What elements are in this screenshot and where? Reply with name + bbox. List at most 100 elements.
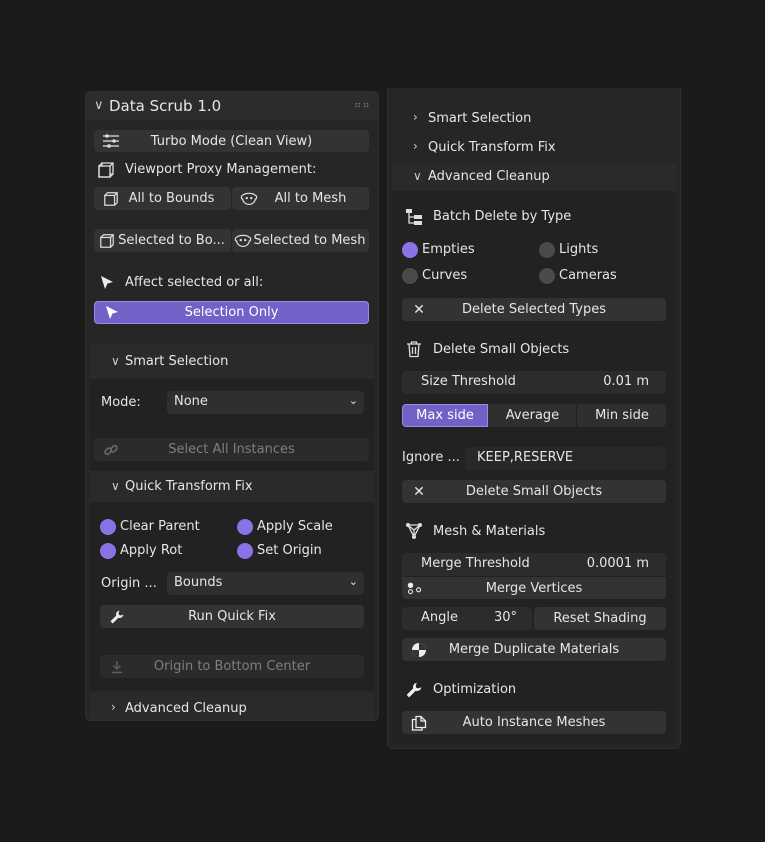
measure-mode-segmented: Max side Average Min side	[402, 404, 666, 427]
optimization-header: Optimization	[433, 682, 517, 697]
selected-to-bounds-button[interactable]: Selected to Bo...	[94, 229, 231, 252]
mode-dropdown[interactable]: None ⌄	[167, 391, 364, 414]
mesh-materials-header: Mesh & Materials	[433, 524, 546, 539]
wrench-icon	[405, 681, 423, 699]
min-side-option[interactable]: Min side	[578, 404, 666, 427]
affect-label: Affect selected or all:	[125, 275, 264, 290]
delete-small-objects-button[interactable]: ✕ Delete Small Objects	[402, 480, 666, 503]
turbo-mode-button[interactable]: Turbo Mode (Clean View)	[94, 130, 369, 152]
advanced-cleanup-label: Advanced Cleanup	[125, 701, 247, 716]
empties-toggle[interactable]	[402, 242, 418, 258]
cube-icon	[102, 190, 120, 208]
chevron-right-icon: ›	[413, 139, 418, 153]
max-side-label: Max side	[416, 408, 474, 423]
advanced-cleanup-label: Advanced Cleanup	[428, 169, 550, 184]
run-quick-fix-label: Run Quick Fix	[188, 609, 276, 624]
all-to-bounds-button[interactable]: All to Bounds	[94, 187, 231, 210]
average-label: Average	[505, 408, 560, 423]
delete-selected-types-label: Delete Selected Types	[462, 302, 606, 317]
merge-duplicate-materials-label: Merge Duplicate Materials	[448, 642, 620, 657]
size-threshold-field[interactable]: Size Threshold 0.01 m	[402, 371, 666, 394]
curves-label: Curves	[422, 268, 468, 283]
merge-duplicate-materials-button[interactable]: Merge Duplicate Materials	[402, 638, 666, 661]
close-icon: ✕	[413, 301, 425, 318]
apply-scale-toggle[interactable]	[237, 519, 253, 535]
duplicate-icon	[410, 714, 428, 732]
angle-field[interactable]: Angle 30°	[402, 607, 532, 630]
quick-transform-fix-label: Quick Transform Fix	[125, 479, 253, 494]
empties-label: Empties	[422, 242, 475, 257]
chevron-down-icon: ⌄	[348, 394, 358, 407]
angle-value: 30°	[494, 610, 518, 625]
cameras-toggle[interactable]	[539, 268, 555, 284]
chevron-down-icon: ⌄	[348, 575, 358, 588]
origin-value: Bounds	[174, 575, 223, 590]
delete-selected-types-button[interactable]: ✕ Delete Selected Types	[402, 298, 666, 321]
mode-value: None	[174, 394, 208, 409]
lights-toggle[interactable]	[539, 242, 555, 258]
delete-small-objects-label: Delete Small Objects	[465, 484, 603, 499]
select-all-instances-button[interactable]: Select All Instances	[94, 438, 369, 461]
chevron-down-icon: ∨	[111, 354, 120, 368]
delete-small-header: Delete Small Objects	[433, 342, 570, 357]
material-sphere-icon	[410, 641, 428, 659]
outliner-tree-icon	[405, 208, 423, 226]
ignore-label: Ignore ...	[402, 450, 460, 465]
close-icon: ✕	[413, 483, 425, 500]
set-origin-toggle[interactable]	[237, 543, 253, 559]
trash-icon	[406, 340, 422, 358]
vertex-mesh-icon	[405, 522, 423, 540]
origin-bottom-center-button[interactable]: Origin to Bottom Center	[100, 655, 364, 678]
arrow-down-to-line-icon	[108, 658, 126, 676]
batch-delete-label: Batch Delete by Type	[433, 209, 572, 224]
size-threshold-value: 0.01 m	[603, 374, 649, 389]
chevron-down-icon: ∨	[94, 98, 104, 113]
quick-transform-fix-collapsed-label[interactable]: Quick Transform Fix	[428, 140, 556, 155]
sliders-icon	[102, 132, 120, 150]
panel-title: Data Scrub 1.0	[109, 97, 222, 115]
link-icon	[102, 441, 120, 459]
all-to-mesh-label: All to Mesh	[274, 191, 347, 206]
clear-parent-toggle[interactable]	[100, 519, 116, 535]
select-all-instances-label: Select All Instances	[168, 442, 295, 457]
origin-dropdown[interactable]: Bounds ⌄	[167, 572, 364, 595]
average-option[interactable]: Average	[489, 404, 577, 427]
cube-icon	[97, 161, 115, 179]
reset-shading-button[interactable]: Reset Shading	[534, 607, 666, 630]
origin-bottom-center-label: Origin to Bottom Center	[153, 659, 311, 674]
size-threshold-label: Size Threshold	[421, 374, 516, 389]
drag-handle-icon[interactable]: ⠶⠶	[354, 100, 371, 111]
apply-rot-toggle[interactable]	[100, 543, 116, 559]
ignore-input[interactable]: KEEP,RESERVE	[465, 447, 666, 470]
merge-threshold-field[interactable]: Merge Threshold 0.0001 m	[402, 553, 666, 576]
mode-label: Mode:	[101, 395, 141, 410]
run-quick-fix-button[interactable]: Run Quick Fix	[100, 605, 364, 628]
all-to-mesh-button[interactable]: All to Mesh	[232, 187, 369, 210]
chevron-down-icon: ∨	[413, 169, 422, 183]
auto-instance-meshes-label: Auto Instance Meshes	[462, 715, 606, 730]
curves-toggle[interactable]	[402, 268, 418, 284]
clear-parent-label: Clear Parent	[120, 519, 200, 534]
merge-vertices-icon	[406, 579, 424, 597]
merge-vertices-button[interactable]: Merge Vertices	[402, 577, 666, 599]
smart-selection-label: Smart Selection	[125, 354, 229, 369]
selection-only-button[interactable]: Selection Only	[94, 301, 369, 324]
angle-label: Angle	[421, 610, 458, 625]
merge-threshold-value: 0.0001 m	[586, 556, 649, 571]
apply-scale-label: Apply Scale	[257, 519, 333, 534]
reset-shading-label: Reset Shading	[553, 611, 647, 626]
all-to-bounds-label: All to Bounds	[128, 191, 215, 206]
smart-selection-collapsed-label[interactable]: Smart Selection	[428, 111, 531, 126]
origin-label: Origin ...	[101, 576, 157, 591]
auto-instance-meshes-button[interactable]: Auto Instance Meshes	[402, 711, 666, 734]
min-side-label: Min side	[595, 408, 649, 423]
selected-to-mesh-button[interactable]: Selected to Mesh	[232, 229, 369, 252]
selected-to-bounds-label: Selected to Bo...	[118, 233, 225, 248]
turbo-mode-label: Turbo Mode (Clean View)	[150, 133, 313, 149]
monkey-mesh-icon	[234, 232, 252, 250]
cube-icon	[98, 232, 116, 250]
chevron-right-icon: ›	[111, 700, 116, 714]
apply-rot-label: Apply Rot	[120, 543, 183, 558]
max-side-option[interactable]: Max side	[402, 404, 488, 427]
ignore-value: KEEP,RESERVE	[477, 450, 574, 465]
